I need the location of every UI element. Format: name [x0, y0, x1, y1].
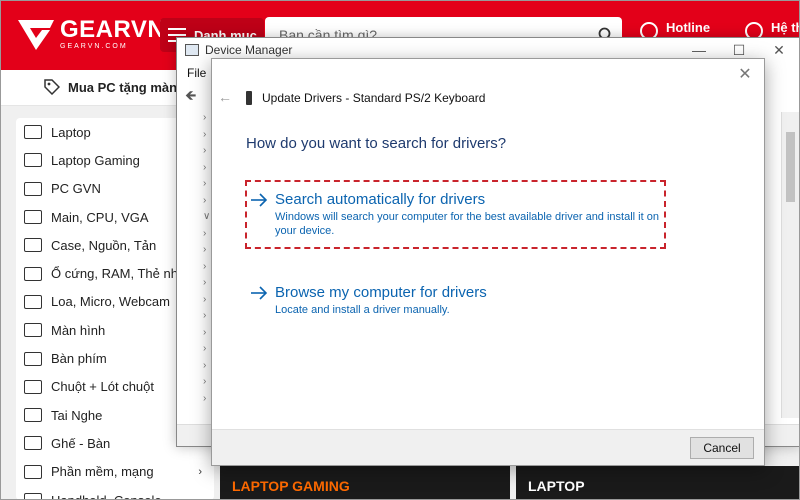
expand-right-icon[interactable]: ›	[177, 376, 212, 393]
console-icon	[24, 493, 42, 500]
expand-right-icon[interactable]: ›	[177, 310, 212, 327]
expand-right-icon[interactable]: ›	[177, 228, 212, 245]
sidebar-item-label: Chuột + Lót chuột	[51, 379, 154, 395]
sidebar-item-label: Handheld, Console	[51, 492, 162, 500]
sidebar-item-label: Laptop	[51, 124, 91, 140]
sidebar-item-label: Bàn phím	[51, 351, 107, 367]
expand-right-icon[interactable]: ›	[177, 178, 212, 195]
sidebar-item-label: Tai Nghe	[51, 407, 103, 423]
promo-link[interactable]: Mua PC tặng màn 2	[44, 79, 188, 95]
keyboard-device-icon	[246, 91, 252, 105]
sidebar-item-label: Laptop Gaming	[51, 152, 140, 168]
case-icon	[24, 238, 42, 253]
cancel-button[interactable]: Cancel	[690, 437, 754, 459]
device-tree: › › › › › › ∨ › › › › › › › › › › ›	[177, 112, 213, 418]
menu-file[interactable]: File	[187, 66, 206, 80]
expand-right-icon[interactable]: ›	[177, 294, 212, 311]
dialog-footer: Cancel	[212, 429, 764, 465]
search-automatically-option[interactable]: Search automatically for drivers Windows…	[250, 190, 665, 238]
arrow-right-icon	[251, 193, 268, 207]
gearvn-logo[interactable]: GEARVN GEARVN.COM	[16, 16, 165, 52]
expand-down-icon[interactable]: ∨	[177, 211, 212, 228]
expand-right-icon[interactable]: ›	[177, 112, 212, 129]
expand-right-icon[interactable]: ›	[177, 145, 212, 162]
dialog-question: How do you want to search for drivers?	[246, 135, 507, 152]
hotline-label: Hotline	[666, 20, 711, 35]
expand-right-icon[interactable]: ›	[177, 277, 212, 294]
sidebar-item[interactable]: Handheld, Console	[16, 486, 214, 500]
pc-icon	[24, 181, 42, 196]
search-automatically-description: Windows will search your computer for th…	[275, 211, 659, 237]
expand-right-icon[interactable]: ›	[177, 162, 212, 179]
device-manager-title: Device Manager	[205, 43, 293, 57]
arrow-right-icon	[251, 286, 268, 300]
laptop-gaming-icon	[24, 153, 42, 168]
search-automatically-title: Search automatically for drivers	[275, 191, 486, 208]
dialog-back-icon[interactable]: ←	[218, 89, 236, 107]
sidebar-item-label: Case, Nguồn, Tản	[51, 237, 157, 253]
banner-laptop[interactable]: LAPTOP	[516, 466, 800, 500]
sidebar-item-label: Phần mềm, mạng	[51, 464, 154, 480]
close-icon[interactable]: ✕	[759, 38, 799, 62]
software-icon	[24, 464, 42, 479]
browse-computer-description: Locate and install a driver manually.	[275, 304, 450, 316]
back-arrow-icon[interactable]: 🡸	[185, 85, 196, 109]
dialog-header: Update Drivers - Standard PS/2 Keyboard	[246, 91, 485, 105]
keyboard-icon	[24, 351, 42, 366]
sidebar-item-label: Ổ cứng, RAM, Thẻ nhớ	[51, 266, 187, 282]
promo-text: Mua PC tặng màn 2	[68, 79, 188, 95]
expand-right-icon[interactable]: ›	[177, 261, 212, 278]
expand-right-icon[interactable]: ›	[177, 327, 212, 344]
logo-name: GEARVN	[60, 15, 166, 43]
dialog-header-title: Update Drivers - Standard PS/2 Keyboard	[262, 91, 486, 105]
sidebar-item[interactable]: Phần mềm, mạng ›	[16, 458, 214, 486]
banner-laptop-gaming-label: LAPTOP GAMING	[232, 478, 350, 494]
chevron-right-icon: ›	[198, 465, 202, 478]
expand-right-icon[interactable]: ›	[177, 343, 212, 360]
expand-right-icon[interactable]: ›	[177, 244, 212, 261]
laptop-icon	[24, 125, 42, 140]
expand-right-icon[interactable]: ›	[177, 129, 212, 146]
expand-right-icon[interactable]: ›	[177, 393, 212, 410]
sidebar-item-label: Loa, Micro, Webcam	[51, 294, 170, 310]
ram-icon	[24, 266, 42, 281]
chair-icon	[24, 436, 42, 451]
headphone-icon	[24, 408, 42, 423]
device-tree-scrollbar[interactable]	[781, 112, 799, 418]
sidebar-item-label: Ghế - Bàn	[51, 435, 111, 451]
expand-right-icon[interactable]: ›	[177, 360, 212, 377]
browse-computer-option[interactable]: Browse my computer for drivers Locate an…	[250, 283, 665, 317]
sidebar-item-label: PC GVN	[51, 181, 101, 197]
tag-icon	[44, 79, 60, 95]
gearvn-logo-icon	[18, 20, 54, 50]
banner-laptop-gaming[interactable]: LAPTOP GAMING	[220, 466, 510, 500]
sidebar-item-label: Main, CPU, VGA	[51, 209, 149, 225]
update-drivers-dialog: ✕ ← Update Drivers - Standard PS/2 Keybo…	[211, 58, 765, 466]
cpu-icon	[24, 210, 42, 225]
banner-laptop-label: LAPTOP	[528, 478, 585, 494]
device-manager-icon	[185, 44, 199, 56]
sidebar-item-label: Màn hình	[51, 322, 106, 338]
logo-sub: GEARVN.COM	[60, 42, 128, 50]
expand-right-icon[interactable]: ›	[177, 195, 212, 212]
browse-computer-title: Browse my computer for drivers	[275, 284, 487, 301]
monitor-icon	[24, 323, 42, 338]
dialog-close-icon[interactable]: ✕	[734, 63, 756, 85]
speaker-icon	[24, 294, 42, 309]
mouse-icon	[24, 379, 42, 394]
